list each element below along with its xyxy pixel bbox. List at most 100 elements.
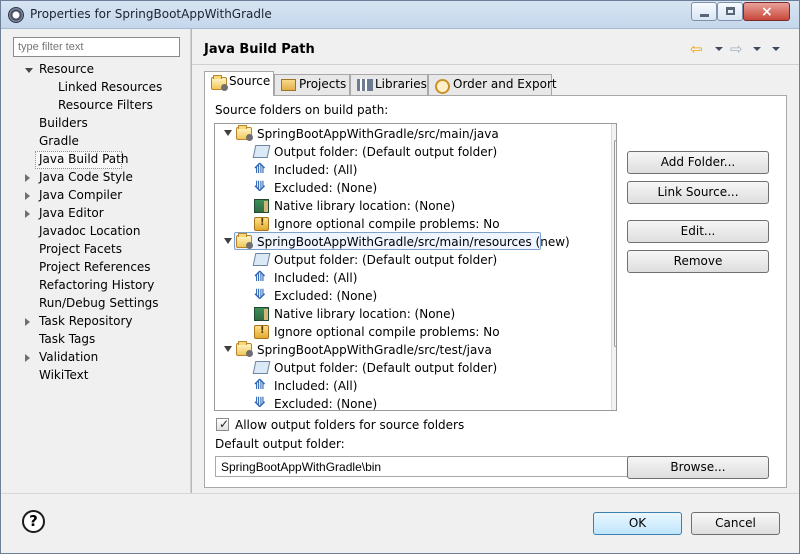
cancel-button[interactable]: Cancel bbox=[691, 512, 780, 535]
gear-app-icon bbox=[8, 7, 24, 23]
expanded-arrow-icon[interactable] bbox=[25, 68, 33, 73]
tree-scrollbar[interactable] bbox=[611, 124, 617, 410]
nav-item-label: Java Compiler bbox=[39, 188, 123, 202]
tab-source-label: Source bbox=[229, 74, 271, 88]
properties-dialog: Properties for SpringBootAppWithGradle ×… bbox=[0, 0, 800, 554]
nav-item-label: Resource Filters bbox=[58, 98, 153, 112]
nav-item-label: Task Tags bbox=[39, 332, 96, 346]
include-filter-icon: ⟰ bbox=[254, 377, 266, 393]
scrollbar-thumb[interactable] bbox=[614, 140, 616, 347]
nav-item-label: Linked Resources bbox=[58, 80, 163, 94]
source-folders-tree[interactable]: SpringBootAppWithGradle/src/main/java Out… bbox=[214, 123, 617, 411]
tree-node-label: Excluded: (None) bbox=[274, 289, 378, 303]
maximize-button[interactable] bbox=[717, 2, 743, 21]
add-folder-button[interactable]: Add Folder... bbox=[627, 151, 769, 174]
nav-item-label: Task Repository bbox=[39, 314, 133, 328]
nav-item-label: Builders bbox=[39, 116, 88, 130]
default-output-folder-label: Default output folder: bbox=[215, 437, 345, 451]
library-icon bbox=[357, 79, 373, 91]
view-menu-icon[interactable] bbox=[772, 47, 780, 51]
tree-node-label: Ignore optional compile problems: No bbox=[274, 217, 500, 231]
help-icon[interactable]: ? bbox=[22, 510, 45, 533]
collapsed-arrow-icon[interactable] bbox=[25, 174, 30, 182]
title-separator bbox=[192, 64, 799, 65]
expanded-tree-arrow-icon[interactable] bbox=[224, 346, 232, 352]
tree-node-label: Output folder: (Default output folder) bbox=[274, 145, 498, 159]
tree-node-label: Native library location: (None) bbox=[274, 307, 456, 321]
collapsed-arrow-icon[interactable] bbox=[25, 318, 30, 326]
collapsed-arrow-icon[interactable] bbox=[25, 354, 30, 362]
folder-source-icon bbox=[211, 75, 228, 91]
nav-item-label: Resource bbox=[39, 62, 95, 76]
allow-output-folders-checkbox[interactable]: ✓ bbox=[216, 417, 230, 431]
tab-order-export[interactable]: Order and Export bbox=[428, 74, 557, 95]
output-folder-icon bbox=[252, 253, 271, 266]
forward-arrow-icon[interactable]: ⇨ bbox=[730, 42, 743, 57]
include-filter-icon: ⟰ bbox=[254, 269, 266, 285]
tab-source[interactable]: Source bbox=[204, 71, 274, 96]
title-bar: Properties for SpringBootAppWithGradle × bbox=[1, 1, 799, 29]
nav-item-label: WikiText bbox=[39, 368, 89, 382]
nav-item-label: Java Code Style bbox=[39, 170, 133, 184]
back-dropdown-icon[interactable] bbox=[715, 47, 723, 51]
nav-item-label: Project Facets bbox=[39, 242, 122, 256]
remove-button[interactable]: Remove bbox=[627, 250, 769, 273]
include-filter-icon: ⟰ bbox=[254, 161, 266, 177]
compile-problems-icon bbox=[254, 325, 269, 339]
collapsed-arrow-icon[interactable] bbox=[25, 210, 30, 218]
tree-node-label: Excluded: (None) bbox=[274, 181, 378, 195]
order-icon bbox=[435, 79, 450, 94]
expanded-tree-arrow-icon[interactable] bbox=[224, 238, 232, 244]
tree-node-label: SpringBootAppWithGradle/src/main/resourc… bbox=[257, 235, 570, 249]
exclude-filter-icon: ⟱ bbox=[254, 287, 266, 303]
project-icon bbox=[281, 79, 296, 91]
close-button[interactable]: × bbox=[743, 2, 790, 21]
source-folder-icon bbox=[236, 125, 253, 141]
nav-item-label: Project References bbox=[39, 260, 151, 274]
source-folder-icon bbox=[236, 233, 253, 249]
compile-problems-icon bbox=[254, 217, 269, 231]
exclude-filter-icon: ⟱ bbox=[254, 179, 266, 195]
nav-item-label: Javadoc Location bbox=[39, 224, 141, 238]
ok-button[interactable]: OK bbox=[593, 512, 682, 535]
dialog-button-bar: ? OK Cancel bbox=[1, 493, 799, 553]
maximize-icon bbox=[726, 7, 735, 15]
source-folders-label: Source folders on build path: bbox=[215, 103, 389, 117]
tab-order-export-label: Order and Export bbox=[453, 77, 557, 91]
tab-projects[interactable]: Projects bbox=[274, 74, 350, 95]
minimize-icon bbox=[700, 14, 709, 17]
tree-node-label: SpringBootAppWithGradle/src/main/java bbox=[257, 127, 499, 141]
source-folder-icon bbox=[236, 341, 253, 357]
tab-libraries-label: Libraries bbox=[375, 77, 427, 91]
nav-item-label: Run/Debug Settings bbox=[39, 296, 159, 310]
collapsed-arrow-icon[interactable] bbox=[25, 192, 30, 200]
output-folder-icon bbox=[252, 361, 271, 374]
browse-button[interactable]: Browse... bbox=[627, 456, 769, 479]
tree-node-label: Output folder: (Default output folder) bbox=[274, 361, 498, 375]
page-title: Java Build Path bbox=[204, 42, 315, 57]
native-library-icon bbox=[254, 307, 269, 321]
tree-node-label: Output folder: (Default output folder) bbox=[274, 253, 498, 267]
exclude-filter-icon: ⟱ bbox=[254, 395, 266, 411]
forward-dropdown-icon[interactable] bbox=[753, 47, 761, 51]
tab-projects-label: Projects bbox=[299, 77, 347, 91]
tab-strip: Source Projects Libraries Order and Expo… bbox=[204, 71, 752, 96]
scroll-up-icon[interactable] bbox=[616, 129, 617, 134]
checkmark-icon: ✓ bbox=[219, 417, 230, 431]
expanded-tree-arrow-icon[interactable] bbox=[224, 130, 232, 136]
right-content-pane: Java Build Path ⇦ ⇨ Source Projects Libr… bbox=[192, 29, 799, 493]
nav-item-label: Refactoring History bbox=[39, 278, 155, 292]
tab-libraries[interactable]: Libraries bbox=[350, 74, 428, 95]
output-folder-icon bbox=[252, 145, 271, 158]
link-source-button[interactable]: Link Source... bbox=[627, 181, 769, 204]
scroll-down-icon[interactable] bbox=[616, 402, 617, 407]
edit-button[interactable]: Edit... bbox=[627, 220, 769, 243]
native-library-icon bbox=[254, 199, 269, 213]
nav-item-label: Java Editor bbox=[39, 206, 104, 220]
default-output-folder-field[interactable] bbox=[215, 456, 631, 477]
back-arrow-icon[interactable]: ⇦ bbox=[690, 42, 703, 57]
nav-item-label: Gradle bbox=[39, 134, 79, 148]
filter-input[interactable] bbox=[13, 37, 180, 57]
minimize-button[interactable] bbox=[691, 2, 717, 21]
tree-node-label: SpringBootAppWithGradle/src/test/java bbox=[257, 343, 492, 357]
